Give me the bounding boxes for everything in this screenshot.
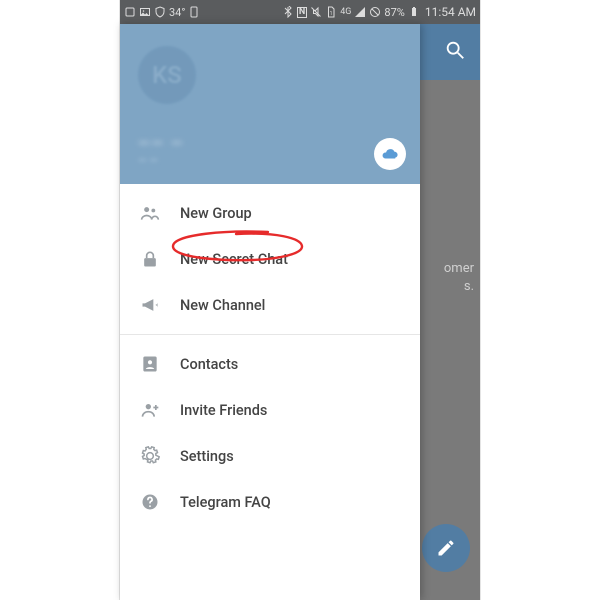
screenshot-icon [124, 6, 136, 18]
lock-icon [140, 249, 180, 269]
avatar[interactable]: KS [138, 46, 196, 104]
image-icon [139, 6, 151, 18]
menu-label: Telegram FAQ [180, 494, 271, 511]
menu-telegram-faq[interactable]: Telegram FAQ [120, 479, 420, 525]
temp-label: 34° [169, 6, 185, 19]
navigation-drawer: KS —— — — — New Group New Secret Chat [120, 24, 420, 600]
battery-icon [408, 6, 420, 18]
menu-invite-friends[interactable]: Invite Friends [120, 387, 420, 433]
sim-icon: 1 [325, 6, 337, 18]
menu-label: Contacts [180, 356, 238, 373]
invite-icon [140, 400, 180, 420]
battery-label: 87% [384, 6, 404, 19]
app-icon [188, 6, 200, 18]
menu-label: New Group [180, 205, 252, 222]
user-status: — — [138, 154, 158, 167]
megaphone-icon [140, 295, 180, 315]
menu-label: New Channel [180, 297, 265, 314]
app-area: omer s. KS —— — — — New Group [120, 24, 480, 600]
menu-divider [120, 334, 420, 335]
shield-icon [154, 6, 166, 18]
contacts-icon [140, 354, 180, 374]
android-status-bar: 34° N 1 4G 87% 11:54 AM [120, 0, 480, 24]
mute-icon [310, 6, 322, 18]
empty-state-text: omer s. [444, 260, 474, 296]
menu-contacts[interactable]: Contacts [120, 341, 420, 387]
signal-icon [354, 6, 366, 18]
menu-settings[interactable]: Settings [120, 433, 420, 479]
nfc-icon: N [297, 7, 307, 18]
bluetooth-icon [282, 6, 294, 18]
compose-fab[interactable] [422, 524, 470, 572]
menu-label: New Secret Chat [180, 251, 288, 268]
clock-label: 11:54 AM [425, 5, 476, 19]
group-icon [140, 203, 180, 223]
gear-icon [140, 446, 180, 466]
menu-new-secret-chat[interactable]: New Secret Chat [120, 236, 420, 282]
menu-new-channel[interactable]: New Channel [120, 282, 420, 328]
user-name: —— — [138, 134, 184, 152]
drawer-menu: New Group New Secret Chat New Channel [120, 184, 420, 525]
menu-label: Invite Friends [180, 402, 267, 419]
phone-frame: 34° N 1 4G 87% 11:54 AM omer s. [120, 0, 480, 600]
search-icon[interactable] [444, 39, 466, 65]
status-left: 34° [124, 6, 200, 19]
svg-text:1: 1 [330, 11, 333, 17]
saved-messages-button[interactable] [374, 138, 406, 170]
menu-new-group[interactable]: New Group [120, 190, 420, 236]
drawer-header[interactable]: KS —— — — — [120, 24, 420, 184]
menu-label: Settings [180, 448, 234, 465]
network-label: 4G [340, 7, 351, 17]
help-icon [140, 492, 180, 512]
status-right: N 1 4G 87% 11:54 AM [282, 5, 476, 19]
no-sync-icon [369, 6, 381, 18]
